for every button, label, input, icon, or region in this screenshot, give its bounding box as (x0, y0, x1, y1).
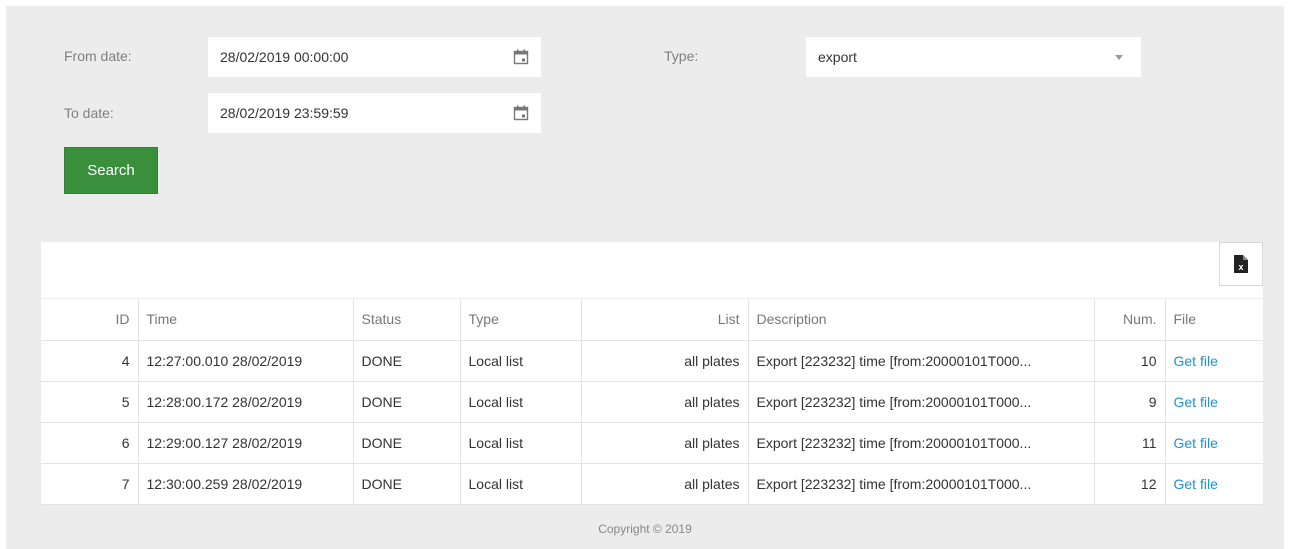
from-date-label: From date: (64, 48, 132, 64)
col-header-file[interactable]: File (1164, 299, 1263, 341)
cell-time: 12:30:00.259 28/02/2019 (137, 463, 353, 505)
cell-description: Export [223232] time [from:20000101T000.… (747, 340, 1094, 382)
cell-list: all plates (580, 340, 748, 382)
cell-id: 4 (41, 340, 138, 382)
cell-type: Local list (459, 422, 581, 464)
get-file-link[interactable]: Get file (1174, 394, 1218, 410)
col-header-description[interactable]: Description (747, 299, 1094, 341)
chevron-down-icon (1115, 55, 1123, 60)
copyright-footer: Copyright © 2019 (598, 522, 692, 536)
cell-type: Local list (459, 463, 581, 505)
type-label: Type: (664, 48, 699, 64)
to-date-field[interactable]: 28/02/2019 23:59:59 (208, 93, 541, 133)
cell-id: 5 (41, 381, 138, 423)
table-row: 6 12:29:00.127 28/02/2019 DONE Local lis… (41, 422, 1263, 464)
cell-status: DONE (352, 463, 460, 505)
cell-description: Export [223232] time [from:20000101T000.… (747, 463, 1094, 505)
cell-id: 6 (41, 422, 138, 464)
type-select[interactable]: export (806, 37, 1141, 77)
to-date-value: 28/02/2019 23:59:59 (220, 105, 349, 121)
from-date-value: 28/02/2019 00:00:00 (220, 49, 349, 65)
cell-type: Local list (459, 340, 581, 382)
results-table: ID Time Status Type List Description Num… (41, 299, 1263, 505)
cell-type: Local list (459, 381, 581, 423)
get-file-link[interactable]: Get file (1174, 353, 1218, 369)
type-select-value: export (818, 49, 857, 65)
col-header-type[interactable]: Type (459, 299, 581, 341)
col-header-status[interactable]: Status (352, 299, 460, 341)
col-header-id[interactable]: ID (41, 299, 138, 341)
cell-status: DONE (352, 422, 460, 464)
to-date-label: To date: (64, 105, 114, 121)
cell-time: 12:28:00.172 28/02/2019 (137, 381, 353, 423)
from-date-field[interactable]: 28/02/2019 00:00:00 (208, 37, 541, 77)
table-header-row: ID Time Status Type List Description Num… (41, 299, 1263, 341)
cell-num: 12 (1093, 463, 1165, 505)
table-row: 4 12:27:00.010 28/02/2019 DONE Local lis… (41, 340, 1263, 382)
cell-file: Get file (1164, 463, 1263, 505)
cell-file: Get file (1164, 340, 1263, 382)
table-row: 5 12:28:00.172 28/02/2019 DONE Local lis… (41, 381, 1263, 423)
cell-id: 7 (41, 463, 138, 505)
cell-file: Get file (1164, 422, 1263, 464)
cell-num: 9 (1093, 381, 1165, 423)
col-header-list[interactable]: List (580, 299, 748, 341)
table-row: 7 12:30:00.259 28/02/2019 DONE Local lis… (41, 463, 1263, 505)
cell-list: all plates (580, 463, 748, 505)
cell-num: 10 (1093, 340, 1165, 382)
export-excel-button[interactable]: x (1219, 242, 1263, 286)
col-header-time[interactable]: Time (137, 299, 353, 341)
cell-time: 12:27:00.010 28/02/2019 (137, 340, 353, 382)
cell-time: 12:29:00.127 28/02/2019 (137, 422, 353, 464)
col-header-num[interactable]: Num. (1093, 299, 1165, 341)
cell-list: all plates (580, 381, 748, 423)
get-file-link[interactable]: Get file (1174, 435, 1218, 451)
calendar-icon[interactable] (513, 49, 529, 65)
svg-text:x: x (1238, 262, 1243, 272)
calendar-icon[interactable] (513, 105, 529, 121)
cell-list: all plates (580, 422, 748, 464)
excel-file-icon: x (1234, 255, 1248, 273)
get-file-link[interactable]: Get file (1174, 476, 1218, 492)
cell-file: Get file (1164, 381, 1263, 423)
cell-description: Export [223232] time [from:20000101T000.… (747, 422, 1094, 464)
cell-status: DONE (352, 340, 460, 382)
cell-num: 11 (1093, 422, 1165, 464)
search-button[interactable]: Search (64, 147, 158, 194)
cell-description: Export [223232] time [from:20000101T000.… (747, 381, 1094, 423)
cell-status: DONE (352, 381, 460, 423)
table-toolbar: x (41, 242, 1263, 298)
